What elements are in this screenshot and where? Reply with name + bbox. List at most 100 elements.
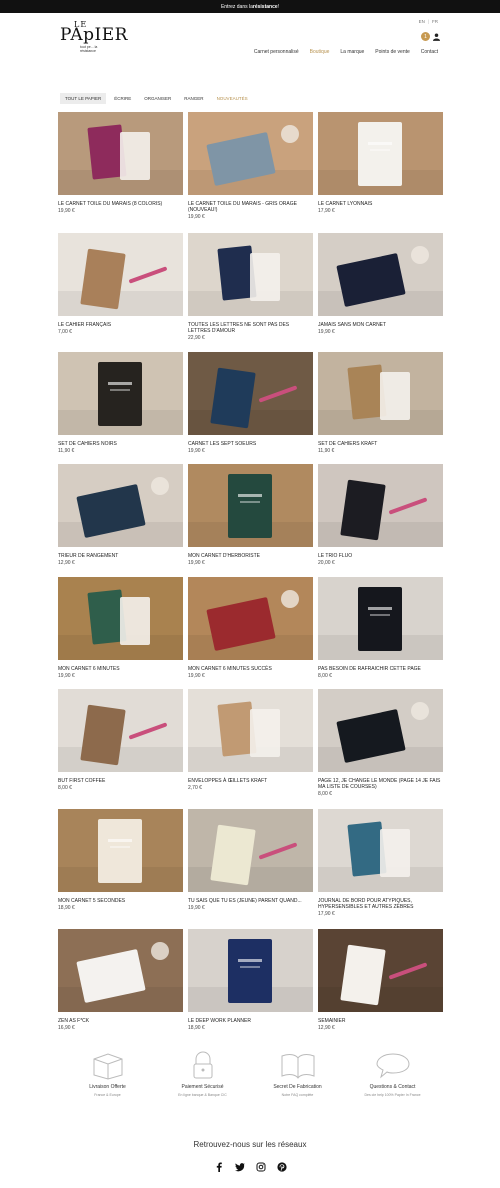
product-title[interactable]: SET DE CAHIERS NOIRS — [58, 441, 183, 447]
product-image[interactable] — [188, 352, 313, 435]
product-image[interactable] — [318, 112, 443, 195]
product-card[interactable]: PAGE 12, JE CHANGE LE MONDE (PAGE 14 JE … — [318, 689, 443, 797]
product-title[interactable]: TU SAIS QUE TU ES (JEUNE) PARENT QUAND..… — [188, 898, 313, 904]
product-image[interactable] — [318, 689, 443, 772]
product-image[interactable] — [318, 929, 443, 1012]
product-title[interactable]: SET DE CAHIERS KRAFT — [318, 441, 443, 447]
filter-tout-le-papier[interactable]: TOUT LE PAPIER — [60, 93, 107, 104]
product-card[interactable]: SET DE CAHIERS NOIRS 11,90 € — [58, 352, 183, 454]
product-image[interactable] — [188, 809, 313, 892]
product-image[interactable] — [58, 689, 183, 772]
product-image[interactable] — [318, 233, 443, 316]
product-title[interactable]: JOURNAL DE BORD POUR ATYPIQUES, HYPERSEN… — [318, 898, 443, 910]
product-image[interactable] — [58, 809, 183, 892]
product-card[interactable]: SET DE CAHIERS KRAFT 11,90 € — [318, 352, 443, 454]
product-card[interactable]: SEMAINIER 12,90 € — [318, 929, 443, 1031]
product-card[interactable]: MON CARNET 5 SECONDES 18,90 € — [58, 809, 183, 911]
product-card[interactable]: PAS BESOIN DE RAFRAICHIR CETTE PAGE 8,00 … — [318, 577, 443, 679]
product-image[interactable] — [318, 464, 443, 547]
product-price: 8,00 € — [318, 791, 332, 797]
product-title[interactable]: MON CARNET 6 MINUTES SUCCÈS — [188, 666, 313, 672]
nav-boutique[interactable]: Boutique — [310, 49, 330, 55]
product-title[interactable]: SEMAINIER — [318, 1018, 443, 1024]
product-card[interactable]: BUT FIRST COFFEE 8,00 € — [58, 689, 183, 791]
filter-ranger[interactable]: RANGER — [179, 93, 208, 104]
cart-icon[interactable]: 1 — [421, 32, 430, 41]
product-card[interactable]: LE CARNET LYONNAIS 17,90 € — [318, 112, 443, 214]
filter-organiser[interactable]: ORGANISER — [139, 93, 176, 104]
product-image[interactable] — [58, 352, 183, 435]
product-image[interactable] — [58, 577, 183, 660]
product-title[interactable]: BUT FIRST COFFEE — [58, 778, 183, 784]
product-title[interactable]: ZEN AS F*CK — [58, 1018, 183, 1024]
product-title[interactable]: MON CARNET 5 SECONDES — [58, 898, 183, 904]
product-card[interactable]: MON CARNET D'HERBORISTE 19,90 € — [188, 464, 313, 566]
product-price: 18,90 € — [188, 1025, 205, 1031]
twitter-icon[interactable] — [234, 1161, 245, 1172]
filter-nouveautes[interactable]: NOUVEAUTÉS — [212, 93, 253, 104]
product-image[interactable] — [188, 112, 313, 195]
nav-contact[interactable]: Contact — [421, 49, 438, 55]
product-card[interactable]: JOURNAL DE BORD POUR ATYPIQUES, HYPERSEN… — [318, 809, 443, 917]
product-card[interactable]: TRIEUR DE RANGEMENT 12,90 € — [58, 464, 183, 566]
product-title[interactable]: LE DEEP WORK PLANNER — [188, 1018, 313, 1024]
product-card[interactable]: LE DEEP WORK PLANNER 18,90 € — [188, 929, 313, 1031]
product-card[interactable]: LE CARNET TOILE DU MARAIS - GRIS ORAGE (… — [188, 112, 313, 220]
pinterest-icon[interactable] — [276, 1161, 287, 1172]
service-payment[interactable]: Paiement Sécurisé En ligne banque & Banq… — [155, 1050, 250, 1097]
product-card[interactable]: TU SAIS QUE TU ES (JEUNE) PARENT QUAND..… — [188, 809, 313, 911]
product-image[interactable] — [188, 689, 313, 772]
product-image[interactable] — [188, 929, 313, 1012]
product-card[interactable]: MON CARNET 6 MINUTES 19,90 € — [58, 577, 183, 679]
product-image[interactable] — [188, 233, 313, 316]
product-card[interactable]: CARNET LES SEPT SOEURS 19,90 € — [188, 352, 313, 454]
instagram-icon[interactable] — [255, 1161, 266, 1172]
product-title[interactable]: LE CARNET LYONNAIS — [318, 201, 443, 207]
product-title[interactable]: PAGE 12, JE CHANGE LE MONDE (PAGE 14 JE … — [318, 778, 443, 790]
product-image[interactable] — [58, 112, 183, 195]
product-title[interactable]: TOUTES LES LETTRES NE SONT PAS DES LETTR… — [188, 322, 313, 334]
product-image[interactable] — [318, 577, 443, 660]
product-title[interactable]: TRIEUR DE RANGEMENT — [58, 553, 183, 559]
product-card[interactable]: ZEN AS F*CK 16,90 € — [58, 929, 183, 1031]
product-image[interactable] — [318, 352, 443, 435]
service-contact[interactable]: Questions & Contact Des cie help 100% Pa… — [345, 1050, 440, 1097]
product-title[interactable]: LE CARNET TOILE DU MARAIS (8 COLORIS) — [58, 201, 183, 207]
nav-carnet-personnalise[interactable]: Carnet personnalisé — [254, 49, 299, 55]
product-card[interactable]: ENVELOPPES À ŒILLETS KRAFT 2,70 € — [188, 689, 313, 791]
product-title[interactable]: PAS BESOIN DE RAFRAICHIR CETTE PAGE — [318, 666, 443, 672]
product-card[interactable]: JAMAIS SANS MON CARNET 19,90 € — [318, 233, 443, 335]
announcement-highlight[interactable]: résistance — [253, 4, 278, 10]
product-title[interactable]: MON CARNET 6 MINUTES — [58, 666, 183, 672]
facebook-icon[interactable] — [213, 1161, 224, 1172]
product-title[interactable]: CARNET LES SEPT SOEURS — [188, 441, 313, 447]
product-price: 19,90 € — [188, 673, 205, 679]
product-title[interactable]: JAMAIS SANS MON CARNET — [318, 322, 443, 328]
user-icon[interactable] — [433, 33, 440, 41]
service-shipping[interactable]: Livraison Offerte France & Europe — [60, 1050, 155, 1097]
product-image[interactable] — [58, 464, 183, 547]
product-card[interactable]: LE CARNET TOILE DU MARAIS (8 COLORIS) 19,… — [58, 112, 183, 214]
nav-points-de-vente[interactable]: Points de vente — [375, 49, 409, 55]
product-card[interactable]: LE TRIO FLUO 20,00 € — [318, 464, 443, 566]
product-image[interactable] — [58, 929, 183, 1012]
product-title[interactable]: MON CARNET D'HERBORISTE — [188, 553, 313, 559]
brand-logo[interactable]: LE PApIER tout pe... la résistance — [60, 20, 127, 56]
lang-en[interactable]: EN — [419, 19, 425, 24]
product-title[interactable]: LE TRIO FLUO — [318, 553, 443, 559]
product-title[interactable]: LE CAHIER FRANÇAIS — [58, 322, 183, 328]
product-image[interactable] — [188, 577, 313, 660]
product-title[interactable]: ENVELOPPES À ŒILLETS KRAFT — [188, 778, 313, 784]
nav-la-marque[interactable]: La marque — [340, 49, 364, 55]
product-image[interactable] — [318, 809, 443, 892]
product-image[interactable] — [188, 464, 313, 547]
product-card[interactable]: LE CAHIER FRANÇAIS 7,00 € — [58, 233, 183, 335]
filter-ecrire[interactable]: ÉCRIRE — [109, 93, 136, 104]
product-card[interactable]: TOUTES LES LETTRES NE SONT PAS DES LETTR… — [188, 233, 313, 341]
category-filters: TOUT LE PAPIER ÉCRIRE ORGANISER RANGER N… — [60, 93, 253, 104]
lang-fr[interactable]: FR — [432, 19, 438, 24]
service-fabrication[interactable]: Secret De Fabrication Notre FAQ complète — [250, 1050, 345, 1097]
product-card[interactable]: MON CARNET 6 MINUTES SUCCÈS 19,90 € — [188, 577, 313, 679]
product-title[interactable]: LE CARNET TOILE DU MARAIS - GRIS ORAGE (… — [188, 201, 313, 213]
product-image[interactable] — [58, 233, 183, 316]
